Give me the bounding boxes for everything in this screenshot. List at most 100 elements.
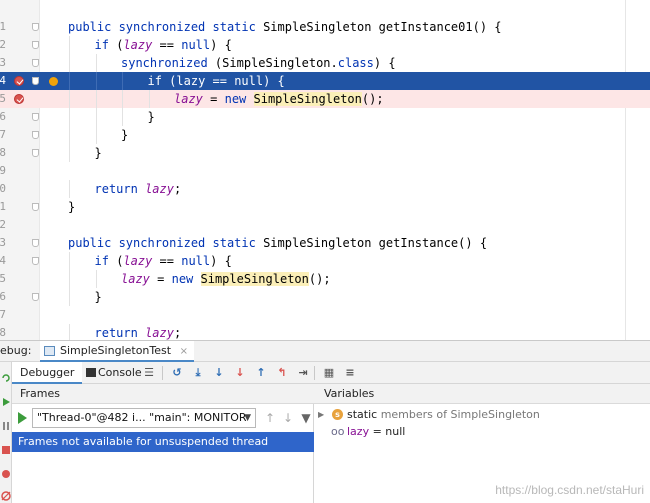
breakpoint-icon[interactable] (14, 94, 24, 104)
stop-icon[interactable] (1, 440, 11, 454)
close-tab-icon[interactable]: × (180, 346, 188, 357)
code-token: = (149, 272, 172, 286)
indent-guide (95, 270, 97, 288)
code-text: } (148, 108, 155, 126)
toolbar-separator (162, 366, 163, 380)
code-line[interactable]: 3 public synchronized static SimpleSingle… (0, 234, 650, 252)
view-breakpoints-icon[interactable] (1, 464, 11, 478)
line-number: 3 (0, 56, 6, 69)
line-number: 4 (0, 74, 6, 87)
intention-bulb-icon[interactable] (49, 77, 58, 86)
drop-frame-icon[interactable]: ↰ (275, 366, 289, 380)
frames-message[interactable]: Frames not available for unsuspended thr… (12, 432, 314, 452)
code-line[interactable]: 5 lazy = new SimpleSingleton(); (0, 90, 650, 108)
filter-icon[interactable]: ▼ (300, 411, 312, 425)
indent-guide (122, 108, 123, 126)
code-line[interactable]: 4 if (lazy == null) { (0, 72, 650, 90)
indent-guide (69, 144, 70, 162)
indent-guide (69, 324, 70, 340)
code-token: (SimpleSingleton. (214, 56, 338, 70)
code-line[interactable]: 4 if (lazy == null) { (0, 252, 650, 270)
breakpoint-icon[interactable] (14, 76, 24, 86)
code-line[interactable]: 2 (0, 216, 650, 234)
static-icon: s (332, 409, 343, 420)
code-line[interactable]: 2 if (lazy == null) { (0, 36, 650, 54)
debug-session-tab[interactable]: SimpleSingletonTest × (40, 341, 194, 362)
evaluate-expression-icon[interactable]: ▦ (322, 366, 336, 380)
fold-marker-icon[interactable] (32, 239, 39, 247)
variable-name: lazy (347, 425, 370, 438)
force-step-into-icon[interactable]: ↓ (233, 366, 247, 380)
code-token: null (181, 254, 211, 268)
expand-arrow-icon[interactable]: ▶ (318, 406, 324, 423)
code-text: if (lazy == null) { (95, 36, 232, 54)
resume-icon[interactable] (1, 392, 11, 406)
code-line[interactable]: 6} (0, 288, 650, 306)
line-number: 0 (0, 182, 6, 195)
show-execution-point-icon[interactable]: ↺ (170, 366, 184, 380)
indent-guide (95, 90, 97, 108)
fold-marker-icon[interactable] (32, 59, 39, 67)
arrow-down-icon[interactable]: ↓ (282, 411, 294, 425)
code-line[interactable]: 8 return lazy; (0, 324, 650, 340)
line-number: 8 (0, 326, 6, 339)
code-line[interactable]: 9 (0, 162, 650, 180)
code-editor[interactable]: 1 public synchronized static SimpleSingle… (0, 0, 650, 340)
code-line[interactable]: 0 return lazy; (0, 180, 650, 198)
code-line[interactable]: 1} (0, 198, 650, 216)
mute-breakpoints-icon[interactable] (1, 486, 11, 501)
indent-guide (95, 108, 97, 126)
code-text: if (lazy == null) { (148, 72, 285, 90)
line-number: 7 (0, 128, 6, 141)
thread-select[interactable]: "Thread-0"@482 i... "main": MONITOR ▼ (32, 408, 256, 428)
fold-marker-icon[interactable] (32, 131, 39, 139)
fold-marker-icon[interactable] (32, 23, 39, 31)
rerun-icon[interactable] (1, 368, 11, 382)
arrow-up-icon[interactable]: ↑ (264, 411, 276, 425)
run-to-cursor-icon[interactable]: ⇥ (296, 366, 310, 380)
variable-row-static[interactable]: ▶ s static members of SimpleSingleton (314, 406, 650, 423)
indent-guide (69, 252, 70, 270)
code-token: } (121, 128, 129, 142)
fold-marker-icon[interactable] (32, 203, 39, 211)
fold-marker-icon[interactable] (32, 113, 39, 121)
code-line[interactable]: 5 lazy = new SimpleSingleton(); (0, 270, 650, 288)
code-token: == (152, 254, 182, 268)
code-line[interactable]: 7 (0, 306, 650, 324)
frames-panel: Frames "Thread-0"@482 i... "main": MONIT… (12, 384, 314, 503)
line-number: 9 (0, 164, 6, 177)
menu-icon[interactable]: ☰ (142, 366, 156, 380)
code-token: lazy (123, 254, 153, 268)
fold-marker-icon[interactable] (32, 77, 39, 85)
trace-icon[interactable]: ≡ (343, 366, 357, 380)
code-text: } (95, 144, 102, 162)
code-line[interactable]: 1 public synchronized static SimpleSingle… (0, 18, 650, 36)
code-line[interactable]: 3 synchronized (SimpleSingleton.class) { (0, 54, 650, 72)
step-over-icon[interactable]: ⤓ (191, 366, 205, 380)
code-line[interactable]: 8} (0, 144, 650, 162)
fold-marker-icon[interactable] (32, 41, 39, 49)
static-members-label: members of SimpleSingleton (377, 408, 540, 421)
fold-marker-icon[interactable] (32, 293, 39, 301)
code-line[interactable]: 7} (0, 126, 650, 144)
code-token: if (94, 254, 117, 268)
debug-side-toolbar (0, 362, 12, 503)
line-number: 1 (0, 20, 6, 33)
code-token: lazy (145, 182, 174, 196)
pause-icon[interactable] (1, 416, 11, 430)
indent-guide (122, 90, 123, 108)
code-token: if (lazy == null) { (147, 74, 285, 88)
line-number: 2 (0, 218, 6, 231)
variable-row-lazy[interactable]: oo lazy = null (314, 423, 650, 440)
fold-marker-icon[interactable] (32, 257, 39, 265)
tab-debugger[interactable]: Debugger (12, 362, 83, 384)
code-line[interactable]: 6} (0, 108, 650, 126)
line-number: 5 (0, 272, 6, 285)
code-token: } (94, 146, 102, 160)
line-number: 4 (0, 254, 6, 267)
indent-guide (95, 54, 97, 72)
step-into-icon[interactable]: ↓ (212, 366, 226, 380)
fold-marker-icon[interactable] (32, 149, 39, 157)
step-out-icon[interactable]: ↑ (254, 366, 268, 380)
tab-console[interactable]: Console (84, 362, 150, 384)
